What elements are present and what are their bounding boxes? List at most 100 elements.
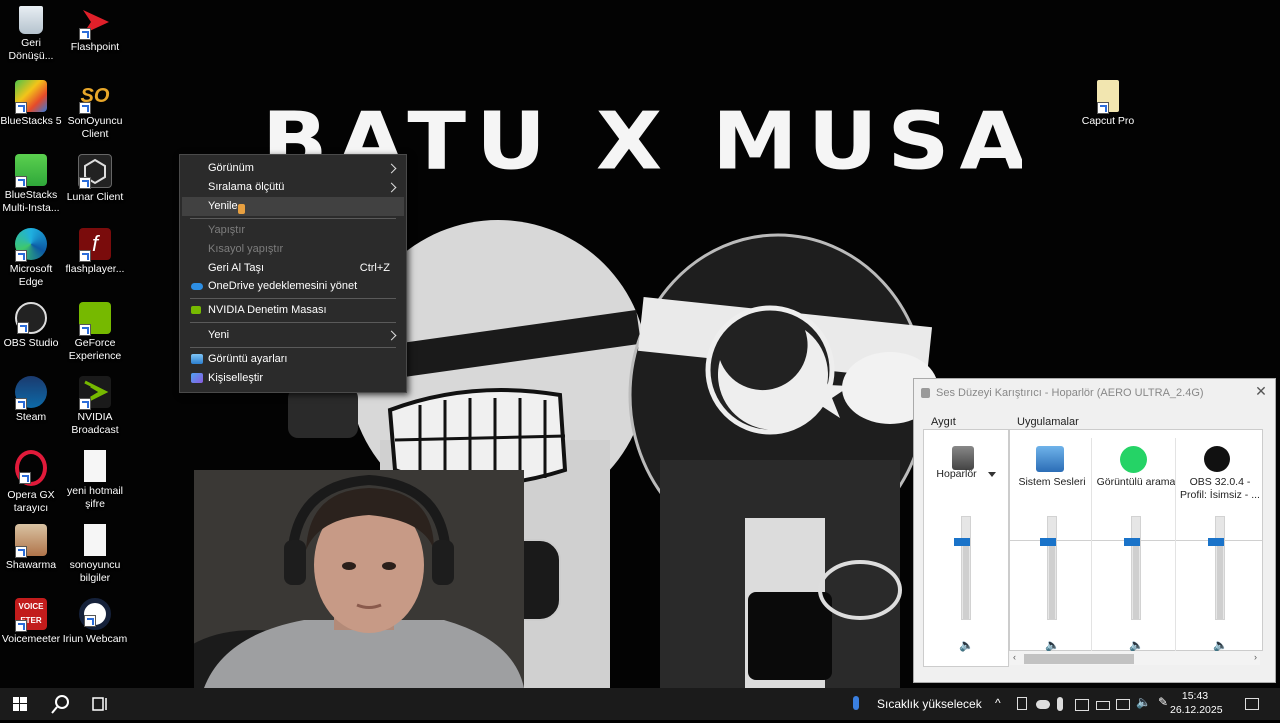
nvidia-broadcast-icon xyxy=(79,376,111,410)
menu-item-undo-move[interactable]: Geri Al Taşı Ctrl+Z xyxy=(182,259,404,278)
windows-logo-icon xyxy=(13,697,27,711)
desktop-icon-flashpoint[interactable]: Flashpoint xyxy=(62,6,128,54)
volume-mixer-window: Ses Düzeyi Karıştırıcı - Hoparlör (AERO … xyxy=(913,378,1276,683)
onedrive-icon xyxy=(191,283,203,290)
menu-item-personalize[interactable]: Kişiselleştir xyxy=(182,369,404,388)
volume-slider-thumb[interactable] xyxy=(954,537,970,546)
text-file-icon xyxy=(84,524,106,556)
volume-slider-track[interactable] xyxy=(1047,516,1057,620)
menu-item-view[interactable]: Görünüm xyxy=(182,159,404,178)
network-icon[interactable] xyxy=(1116,699,1130,710)
volume-slider-track[interactable] xyxy=(1131,516,1141,620)
start-button[interactable] xyxy=(0,688,40,720)
desktop-icon-sonoyuncu-file[interactable]: sonoyuncu bilgiler xyxy=(62,524,128,585)
task-view-icon xyxy=(92,697,107,711)
channel-name[interactable]: Hoparlör xyxy=(924,468,1008,481)
display-icon xyxy=(191,354,203,364)
whatsapp-icon xyxy=(1120,446,1147,473)
personalize-icon xyxy=(191,373,203,383)
submenu-arrow-icon xyxy=(386,163,397,174)
nvidia-tray-icon[interactable] xyxy=(1075,699,1089,711)
speaker-device-icon xyxy=(952,446,974,470)
device-pane: Hoparlör 🔈 xyxy=(923,429,1009,667)
desktop-icon-shawarma[interactable]: Shawarma xyxy=(0,524,64,572)
menu-item-new[interactable]: Yeni xyxy=(182,326,404,345)
clock-date: 26.12.2025 xyxy=(1170,704,1223,716)
desktop-icon-geforce[interactable]: GeForce Experience xyxy=(62,302,128,363)
volume-icon[interactable]: 🔈 xyxy=(1136,695,1151,709)
mute-button[interactable]: 🔈 xyxy=(959,638,974,652)
scroll-right-icon[interactable]: › xyxy=(1254,652,1257,662)
search-button[interactable] xyxy=(40,688,80,720)
menu-separator xyxy=(190,298,396,299)
menu-item-display-settings[interactable]: Görüntü ayarları xyxy=(182,350,404,369)
mixer-title: Ses Düzeyi Karıştırıcı - Hoparlör (AERO … xyxy=(936,387,1204,399)
desktop-icon-lunar-client[interactable]: Lunar Client xyxy=(62,154,128,204)
recycle-bin-icon xyxy=(19,6,43,34)
close-button[interactable]: ✕ xyxy=(1253,383,1269,399)
menu-item-refresh[interactable]: Yenile xyxy=(182,197,404,216)
weather-status[interactable]: Sıcaklık yükselecek xyxy=(877,697,982,711)
search-icon xyxy=(51,695,69,714)
obs-icon xyxy=(15,302,47,334)
mute-button[interactable]: 🔈 xyxy=(1129,638,1144,652)
menu-separator xyxy=(190,347,396,348)
desktop-icon-obs[interactable]: OBS Studio xyxy=(0,302,64,350)
show-hidden-icons-button[interactable]: ^ xyxy=(995,696,1009,710)
desktop-icon-iriun-webcam[interactable]: Iriun Webcam xyxy=(62,598,128,646)
desktop-icon-bluestacks[interactable]: BlueStacks 5 xyxy=(0,80,64,128)
desktop-icon-opera-gx[interactable]: Opera GX tarayıcı xyxy=(0,450,64,515)
scroll-left-icon[interactable]: ‹ xyxy=(1013,652,1016,662)
chevron-down-icon[interactable] xyxy=(987,471,996,477)
mixer-app-icon xyxy=(921,388,930,398)
sonoyuncu-icon: SO xyxy=(79,80,111,114)
mute-button[interactable]: 🔈 xyxy=(1045,638,1060,652)
desktop-context-menu: Görünüm Sıralama ölçütü Yenile Yapıştır … xyxy=(179,154,407,393)
menu-item-sort-by[interactable]: Sıralama ölçütü xyxy=(182,178,404,197)
device-section-label: Aygıt xyxy=(931,416,956,428)
weather-thermometer-icon[interactable] xyxy=(853,696,859,710)
channel-name: OBS 32.0.4 - Profil: İsimsiz - ... xyxy=(1180,476,1260,501)
voicemeeter-icon: VOICE ETER xyxy=(15,598,47,632)
text-file-icon xyxy=(84,450,106,482)
volume-slider-track[interactable] xyxy=(961,516,971,620)
submenu-arrow-icon xyxy=(386,330,397,341)
desktop-icon-hotmail-file[interactable]: yeni hotmail şifre xyxy=(62,450,128,511)
desktop-icon-bluestacks-multi[interactable]: BlueStacks Multi-Insta... xyxy=(0,154,64,215)
geforce-icon xyxy=(79,302,111,336)
desktop-icon-steam[interactable]: Steam xyxy=(0,376,64,424)
scrollbar-thumb[interactable] xyxy=(1024,654,1134,664)
volume-slider-track[interactable] xyxy=(1215,516,1225,620)
submenu-arrow-icon xyxy=(386,182,397,193)
clock[interactable]: 15:43 26.12.2025 xyxy=(1170,689,1223,717)
capcut-icon xyxy=(1097,80,1119,114)
desktop-icon-capcut[interactable]: Capcut Pro xyxy=(1075,80,1141,128)
bluestacks-multi-icon xyxy=(15,154,47,188)
iriun-webcam-icon xyxy=(79,598,111,630)
apps-section-label: Uygulamalar xyxy=(1017,416,1079,428)
menu-item-nvidia-control-panel[interactable]: NVIDIA Denetim Masası xyxy=(182,301,404,320)
desktop-icon-recycle-bin[interactable]: Geri Dönüşü... xyxy=(0,6,64,63)
microphone-icon[interactable] xyxy=(1057,697,1063,711)
horizontal-scrollbar[interactable]: ‹ › xyxy=(1010,651,1260,665)
notification-center-icon[interactable] xyxy=(1245,698,1259,710)
desktop-icon-voicemeeter[interactable]: VOICE ETER Voicemeeter xyxy=(0,598,64,646)
taskbar: Sıcaklık yükselecek ^ 🔈 ✎ 15:43 26.12.20… xyxy=(0,688,1280,720)
volume-slider-thumb[interactable] xyxy=(1124,537,1140,546)
cloud-icon[interactable] xyxy=(1036,700,1050,709)
task-view-button[interactable] xyxy=(80,688,120,720)
desktop-icon-edge[interactable]: Microsoft Edge xyxy=(0,228,64,289)
volume-slider-thumb[interactable] xyxy=(1208,537,1224,546)
desktop-icon-nvidia-broadcast[interactable]: NVIDIA Broadcast xyxy=(62,376,128,437)
edge-icon xyxy=(15,228,47,262)
clock-time: 15:43 xyxy=(1181,690,1209,702)
desktop-icon-sonoyuncu[interactable]: SO SonOyuncu Client xyxy=(62,80,128,141)
channel-system-sounds: Sistem Sesleri 🔈 xyxy=(1010,430,1092,670)
desktop-icon-flashplayer[interactable]: f flashplayer... xyxy=(62,228,128,276)
flashplayer-icon: f xyxy=(79,228,111,262)
battery-icon[interactable] xyxy=(1096,701,1110,710)
device-icon[interactable] xyxy=(1017,697,1027,710)
volume-slider-thumb[interactable] xyxy=(1040,537,1056,546)
menu-item-onedrive-backup[interactable]: OneDrive yedeklemesini yönet xyxy=(182,277,404,296)
mute-button[interactable]: 🔈 xyxy=(1213,638,1228,652)
